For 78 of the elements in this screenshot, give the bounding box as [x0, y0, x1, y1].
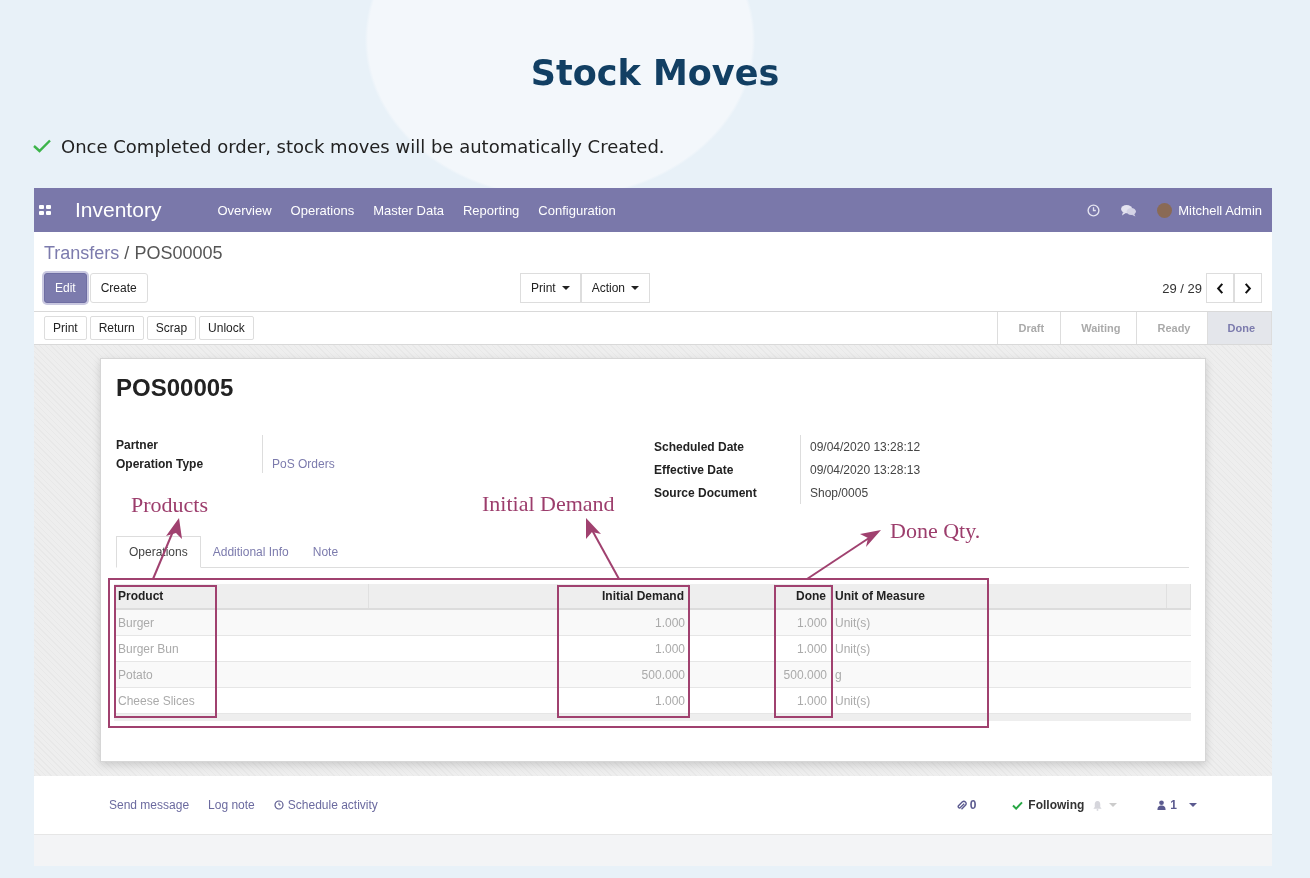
attachments-button[interactable]: 0: [955, 798, 977, 812]
column-header[interactable]: Initial Demand: [602, 589, 684, 603]
annotation-arrow: [586, 518, 620, 580]
caret-icon[interactable]: [1189, 803, 1197, 807]
dropdown-button[interactable]: Print: [520, 273, 581, 303]
field-value: 09/04/2020 13:28:13: [810, 462, 921, 477]
previous-button[interactable]: [1206, 273, 1234, 303]
pager-value: 29 / 29: [1162, 280, 1202, 296]
user-icon: [1157, 800, 1167, 810]
annotation-label: Products: [131, 492, 208, 518]
app-name[interactable]: Inventory: [75, 198, 162, 222]
avatar-circle: [1157, 202, 1173, 218]
field-label: Source Document: [654, 481, 801, 504]
intro-text: Once Completed order, stock moves will be automatically Created.: [61, 135, 665, 157]
status-button[interactable]: Scrap: [146, 316, 197, 340]
chevron-left-icon: [1216, 282, 1224, 294]
breadcrumb-link[interactable]: Transfers: [44, 242, 120, 264]
table-cell: Burger Bun: [118, 641, 179, 656]
create-button[interactable]: Create: [89, 273, 148, 303]
menu-item[interactable]: Overview: [217, 202, 272, 218]
field-label: Partner: [116, 435, 263, 454]
chatter-action[interactable]: Send message: [109, 798, 190, 812]
status-button[interactable]: Unlock: [199, 316, 254, 340]
table-cell: 1.000: [654, 641, 685, 656]
edit-button[interactable]: Edit: [44, 273, 87, 303]
menu-item[interactable]: Reporting: [463, 202, 520, 218]
field-value: Shop/0005: [810, 485, 869, 500]
stage-step[interactable]: Done: [1207, 312, 1272, 344]
column-header[interactable]: Unit of Measure: [835, 589, 925, 603]
menu-item[interactable]: Configuration: [538, 202, 616, 218]
menu-item[interactable]: Master Data: [373, 202, 444, 218]
field-label: Operation Type: [116, 454, 263, 473]
paperclip-icon: [955, 799, 967, 811]
table-cell: 1.000: [654, 615, 685, 630]
column-header[interactable]: Product: [118, 589, 164, 603]
table-cell: g: [835, 667, 842, 682]
column-header[interactable]: Done: [796, 589, 826, 603]
chatter-action[interactable]: Schedule activity: [273, 798, 378, 812]
field-label: Scheduled Date: [654, 435, 801, 458]
breadcrumb-current: POS00005: [134, 242, 223, 264]
annotation-label: Done Qty.: [890, 518, 981, 544]
field-value: 09/04/2020 13:28:12: [810, 439, 921, 454]
table-cell: 500.000: [783, 667, 827, 682]
status-button[interactable]: Print: [44, 316, 87, 340]
table-cell: Burger: [118, 615, 155, 630]
dropdown-button[interactable]: Action: [580, 273, 651, 303]
next-button[interactable]: [1234, 273, 1262, 303]
tab[interactable]: Note: [300, 536, 351, 567]
field-label: Effective Date: [654, 458, 801, 481]
check-icon: [33, 139, 51, 153]
field-link[interactable]: PoS Orders: [272, 456, 335, 471]
clock-icon: [273, 800, 284, 810]
clock-icon[interactable]: [1087, 203, 1101, 217]
menu-item[interactable]: Operations: [290, 202, 355, 218]
annotation-label: Initial Demand: [482, 491, 615, 517]
chatter-action[interactable]: Log note: [208, 798, 255, 812]
table-cell: 1.000: [654, 693, 685, 708]
table-cell: 1.000: [796, 693, 827, 708]
chevron-right-icon: [1244, 282, 1252, 294]
following-button[interactable]: Following: [1012, 798, 1085, 812]
table-cell: 500.000: [641, 667, 685, 682]
table-cell: Potato: [118, 667, 153, 682]
table-cell: Unit(s): [835, 641, 871, 656]
table-cell: 1.000: [796, 615, 827, 630]
apps-grid-icon[interactable]: [39, 205, 51, 215]
chat-icon[interactable]: [1120, 203, 1138, 217]
table-cell: Unit(s): [835, 693, 871, 708]
tab[interactable]: Additional Info: [200, 536, 301, 567]
user-menu[interactable]: Mitchell Admin: [1178, 202, 1262, 218]
table-cell: 1.000: [796, 641, 827, 656]
table-cell: Cheese Slices: [118, 693, 195, 708]
followers-button[interactable]: 1: [1157, 798, 1177, 812]
check-icon: [1012, 800, 1024, 810]
status-button[interactable]: Return: [89, 316, 144, 340]
record-title: POS00005: [116, 373, 235, 403]
page-heading: Stock Moves: [529, 52, 781, 95]
table-cell: Unit(s): [835, 615, 871, 630]
breadcrumb-separator: /: [124, 242, 130, 264]
